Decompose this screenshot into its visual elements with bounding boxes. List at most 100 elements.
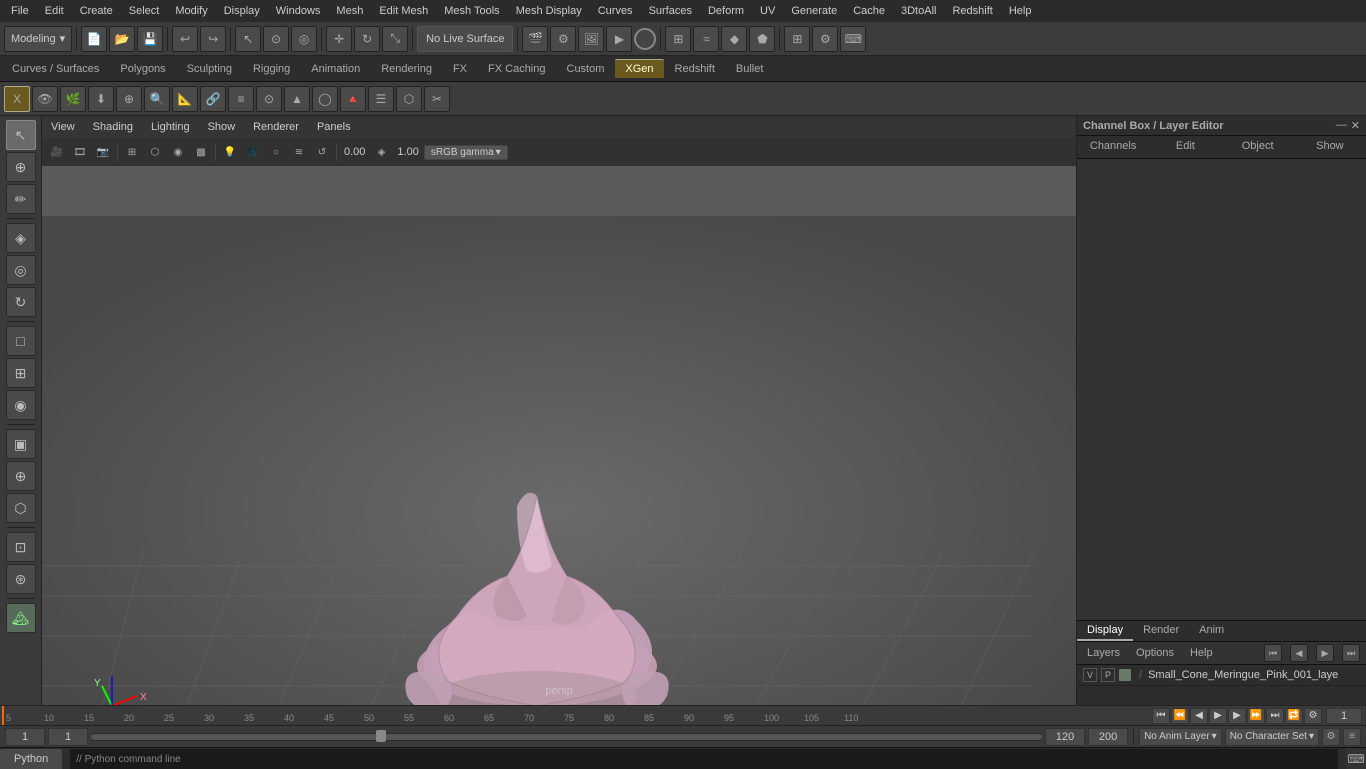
xgen-btn-1[interactable]: X [4, 86, 30, 112]
xgen-btn-7[interactable]: 📐 [172, 86, 198, 112]
layer-vis-v[interactable]: V [1083, 668, 1097, 682]
menu-mesh-tools[interactable]: Mesh Tools [437, 3, 506, 19]
menu-cache[interactable]: Cache [846, 3, 892, 19]
layer-row[interactable]: V P / Small_Cone_Meringue_Pink_001_laye [1077, 665, 1366, 686]
select-tool[interactable]: ↖ [6, 120, 36, 150]
layer-vis-p[interactable]: P [1101, 668, 1115, 682]
bc-range-end[interactable]: 120 [1045, 728, 1085, 746]
cb-tab-show[interactable]: Show [1294, 136, 1366, 158]
edge-mode-tool[interactable]: ⬡ [6, 493, 36, 523]
move-tool-btn[interactable]: ✛ [326, 26, 352, 52]
layers-next[interactable]: ▶ [1316, 644, 1334, 662]
vp-ao-btn[interactable]: ○ [265, 141, 287, 163]
vp-cam2-btn[interactable]: 📷 [92, 141, 114, 163]
menu-uv[interactable]: UV [753, 3, 782, 19]
layer-tab-anim[interactable]: Anim [1189, 621, 1234, 641]
menu-deform[interactable]: Deform [701, 3, 751, 19]
snap-surface-btn[interactable]: ⬟ [749, 26, 775, 52]
tab-custom[interactable]: Custom [557, 60, 615, 78]
layers-menu-help[interactable]: Help [1186, 645, 1217, 661]
preferences-btn[interactable]: ⚙ [812, 26, 838, 52]
snap-point-btn[interactable]: ◆ [721, 26, 747, 52]
pivot-tool[interactable]: ⊛ [6, 564, 36, 594]
lasso-tool-btn[interactable]: ⊙ [263, 26, 289, 52]
timeline[interactable]: 5 10 15 20 25 30 35 40 45 50 55 60 65 70… [0, 705, 1366, 725]
render-view-btn[interactable]: 🖼 [578, 26, 604, 52]
bc-char-set-settings[interactable]: ⚙ [1322, 728, 1340, 746]
scene-icon[interactable]: 🏔 [6, 603, 36, 633]
snap-grid-btn[interactable]: ⊞ [665, 26, 691, 52]
xgen-btn-11[interactable]: ▲ [284, 86, 310, 112]
pb-prev-key[interactable]: ⏪ [1171, 708, 1189, 724]
layers-prev[interactable]: ◀ [1290, 644, 1308, 662]
menu-redshift[interactable]: Redshift [945, 3, 999, 19]
cb-tab-object[interactable]: Object [1222, 136, 1294, 158]
transform-tool[interactable]: ⊕ [6, 152, 36, 182]
xgen-btn-8[interactable]: 🔗 [200, 86, 226, 112]
tab-xgen[interactable]: XGen [615, 59, 663, 78]
live-surface-btn[interactable]: No Live Surface [417, 26, 513, 52]
pb-go-end[interactable]: ⏭ [1266, 708, 1284, 724]
layer-tab-display[interactable]: Display [1077, 621, 1133, 641]
menu-windows[interactable]: Windows [269, 3, 328, 19]
face-mode-tool[interactable]: ⊕ [6, 461, 36, 491]
menu-curves[interactable]: Curves [591, 3, 640, 19]
show-hide-tool[interactable]: □ [6, 326, 36, 356]
tab-rigging[interactable]: Rigging [243, 60, 300, 78]
bc-anim-end[interactable]: 200 [1088, 728, 1128, 746]
render-btn[interactable]: 🎬 [522, 26, 548, 52]
menu-select[interactable]: Select [122, 3, 167, 19]
menu-edit[interactable]: Edit [38, 3, 71, 19]
snap-tool[interactable]: ◎ [6, 255, 36, 285]
vp-gamma-btn[interactable]: sRGB gamma ▾ [424, 145, 508, 160]
pb-play[interactable]: ▶ [1209, 708, 1227, 724]
menu-modify[interactable]: Modify [168, 3, 214, 19]
cb-tab-channels[interactable]: Channels [1077, 136, 1149, 158]
tab-curves-surfaces[interactable]: Curves / Surfaces [2, 60, 109, 78]
pb-go-start[interactable]: ⏮ [1152, 708, 1170, 724]
menu-surfaces[interactable]: Surfaces [642, 3, 699, 19]
undo-btn[interactable]: ↩ [172, 26, 198, 52]
pb-loop[interactable]: 🔁 [1285, 708, 1303, 724]
new-scene-btn[interactable]: 📄 [81, 26, 107, 52]
workspace-btn[interactable]: ⊞ [784, 26, 810, 52]
uv-tool[interactable]: ⊡ [6, 532, 36, 562]
vp-shaded-btn[interactable]: ◉ [167, 141, 189, 163]
pb-settings[interactable]: ⚙ [1304, 708, 1322, 724]
vp-grid-btn[interactable]: ⊞ [121, 141, 143, 163]
python-tab[interactable]: Python [0, 749, 62, 769]
vp-menu-panels[interactable]: Panels [312, 119, 356, 135]
menu-mesh[interactable]: Mesh [329, 3, 370, 19]
vp-menu-view[interactable]: View [46, 119, 80, 135]
menu-file[interactable]: File [4, 3, 36, 19]
channel-box-minimize[interactable]: — [1336, 119, 1347, 132]
layers-prev-prev[interactable]: ⏮ [1264, 644, 1282, 662]
menu-help[interactable]: Help [1002, 3, 1039, 19]
python-input[interactable]: // Python command line [70, 749, 1338, 769]
menu-display[interactable]: Display [217, 3, 267, 19]
pb-step-fwd[interactable]: ▶ [1228, 708, 1246, 724]
vp-light-btn[interactable]: 💡 [219, 141, 241, 163]
xgen-btn-2[interactable]: 👁 [32, 86, 58, 112]
layers-menu-options[interactable]: Options [1132, 645, 1178, 661]
tab-rendering[interactable]: Rendering [371, 60, 442, 78]
pb-step-back[interactable]: ◀ [1190, 708, 1208, 724]
vp-wire-btn[interactable]: ⬡ [144, 141, 166, 163]
layers-next-next[interactable]: ⏭ [1342, 644, 1360, 662]
snap-curve-btn[interactable]: ≈ [693, 26, 719, 52]
timeline-marks[interactable]: 5 10 15 20 25 30 35 40 45 50 55 60 65 70… [4, 706, 1148, 725]
object-mode-tool[interactable]: ◉ [6, 390, 36, 420]
slider-thumb[interactable] [376, 730, 386, 742]
layers-menu-layers[interactable]: Layers [1083, 645, 1124, 661]
bc-no-char-set[interactable]: No Character Set ▾ [1225, 728, 1319, 746]
layer-tab-render[interactable]: Render [1133, 621, 1189, 641]
xgen-btn-14[interactable]: ☰ [368, 86, 394, 112]
vp-exposure-btn[interactable]: ◈ [370, 141, 392, 163]
rotate-tool-btn[interactable]: ↻ [354, 26, 380, 52]
paint-select-btn[interactable]: ◎ [291, 26, 317, 52]
rotate-tool-left[interactable]: ↻ [6, 287, 36, 317]
xgen-btn-5[interactable]: ⊕ [116, 86, 142, 112]
xgen-btn-15[interactable]: ⬡ [396, 86, 422, 112]
xgen-btn-16[interactable]: ✂ [424, 86, 450, 112]
menu-generate[interactable]: Generate [784, 3, 844, 19]
